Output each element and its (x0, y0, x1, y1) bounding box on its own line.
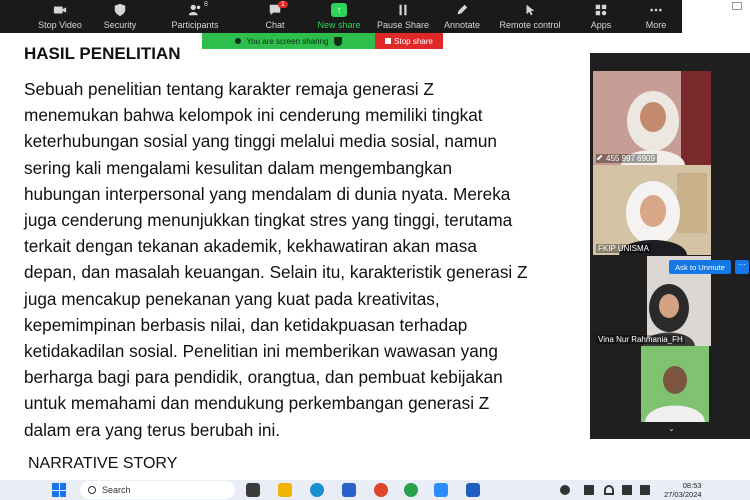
participants-button[interactable]: 8 Participants (166, 0, 224, 33)
pen-icon (457, 4, 468, 15)
taskbar-search[interactable]: Search (80, 481, 235, 499)
document-line: juga mencakup penekanan yang kuat pada k… (24, 288, 440, 309)
new-share-button[interactable]: ↑ New share (313, 0, 365, 33)
document-line: untuk memahami dan mendukung perkembanga… (24, 393, 490, 414)
file-explorer-icon[interactable] (278, 483, 292, 497)
pause-share-button[interactable]: Pause Share (376, 0, 430, 33)
window-area (682, 0, 750, 33)
video-tile[interactable] (593, 346, 711, 422)
document-line: depan, dan masalah keuangan. Selain itu,… (24, 262, 528, 283)
participant-video-icon (593, 346, 711, 422)
document-line: Sebuah penelitian tentang karakter remaj… (24, 79, 434, 99)
windows-start-icon[interactable] (52, 483, 66, 497)
stop-icon (385, 38, 392, 44)
word-icon[interactable] (466, 483, 480, 497)
task-view-icon[interactable] (246, 483, 260, 497)
document-line: sering kali mengalami kesulitan dalam me… (24, 157, 453, 178)
video-camera-icon (53, 6, 67, 14)
security-button[interactable]: Security (96, 0, 144, 33)
annotate-button[interactable]: Annotate (440, 0, 484, 33)
participant-video-icon (593, 71, 711, 165)
section-heading: NARRATIVE STORY (28, 455, 178, 472)
document-line: menemukan bahwa kelompok ini cenderung m… (24, 105, 483, 126)
notification-icon[interactable] (560, 485, 570, 495)
pin-icon (596, 154, 606, 163)
document-body: Sebuah penelitian tentang karakter remaj… (24, 76, 586, 443)
document-line: dalam era yang terus berubah ini. (24, 419, 281, 440)
volume-icon[interactable] (622, 485, 632, 495)
participant-video-icon (593, 165, 711, 255)
chevron-down-icon[interactable]: ⌄ (668, 424, 675, 433)
shield-icon[interactable] (334, 36, 343, 46)
participants-icon (188, 4, 201, 16)
charging-icon[interactable] (640, 485, 650, 495)
stop-share-button[interactable]: Stop share (375, 33, 443, 49)
document-line: juga cenderung menunjukkan tingkat stres… (24, 210, 513, 231)
document-line: ketidakadilan sosial. Penelitian ini mem… (24, 341, 498, 362)
document-line: hubungan interpersonal yang mendalam di … (24, 183, 511, 204)
wifi-icon[interactable] (604, 485, 614, 495)
zoom-icon[interactable] (434, 483, 448, 497)
more-icon (650, 8, 662, 12)
participants-count: 8 (204, 1, 208, 8)
stop-video-button[interactable]: Stop Video (36, 0, 84, 33)
more-button[interactable]: More (640, 0, 672, 33)
store-icon[interactable] (342, 483, 356, 497)
search-icon (88, 486, 96, 494)
participant-name: Vina Nur Rahmania_FH (596, 335, 685, 344)
document-line: terkait dengan tekanan akademik, kekhawa… (24, 236, 477, 257)
video-tile[interactable]: FKIP UNISMA (593, 165, 711, 255)
ask-to-unmute-button[interactable]: Ask to Unmute (669, 260, 731, 274)
document-line: kepemimpinan berbasis nilai, dan ketidak… (24, 314, 468, 335)
document-line: keterhubungan sosial yang tinggi melalui… (24, 131, 497, 152)
participant-name: FKIP UNISMA (596, 244, 651, 253)
participant-name: 455 997 6909 (596, 154, 657, 163)
remote-control-icon (526, 4, 535, 16)
chat-badge: 1 (278, 1, 288, 8)
apps-button[interactable]: Apps (586, 0, 616, 33)
document-line: berharga bagi para pendidik, orangtua, d… (24, 367, 503, 388)
chat-button[interactable]: 1 Chat (258, 0, 292, 33)
panel-header[interactable] (590, 53, 750, 69)
sharing-dot-icon (234, 38, 241, 44)
battery-icon[interactable] (584, 485, 594, 495)
taskbar: Search 08:53 27/03/2024 (0, 480, 750, 500)
chrome-profile-icon[interactable] (404, 483, 418, 497)
edge-icon[interactable] (310, 483, 324, 497)
pause-icon (399, 4, 407, 16)
apps-icon (595, 4, 607, 16)
participant-more-button[interactable]: ··· (735, 260, 749, 274)
remote-control-button[interactable]: Remote control (496, 0, 564, 33)
system-clock[interactable]: 08:53 27/03/2024 (664, 481, 702, 499)
meeting-toolbar: Stop Video Security 8 Participants 1 Cha… (0, 0, 682, 33)
screen-sharing-banner: You are screen sharing Stop share (202, 33, 443, 49)
participant-video-panel: 455 997 6909 FKIP UNISMA Vina Nur Rahman… (590, 53, 750, 439)
new-share-icon: ↑ (331, 3, 347, 17)
restore-window-icon[interactable] (732, 2, 742, 10)
shield-icon (114, 3, 126, 17)
document-title: HASIL PENELITIAN (24, 44, 181, 63)
chrome-icon[interactable] (374, 483, 388, 497)
video-tile[interactable]: 455 997 6909 (593, 71, 711, 165)
sharing-status: You are screen sharing (202, 33, 375, 49)
